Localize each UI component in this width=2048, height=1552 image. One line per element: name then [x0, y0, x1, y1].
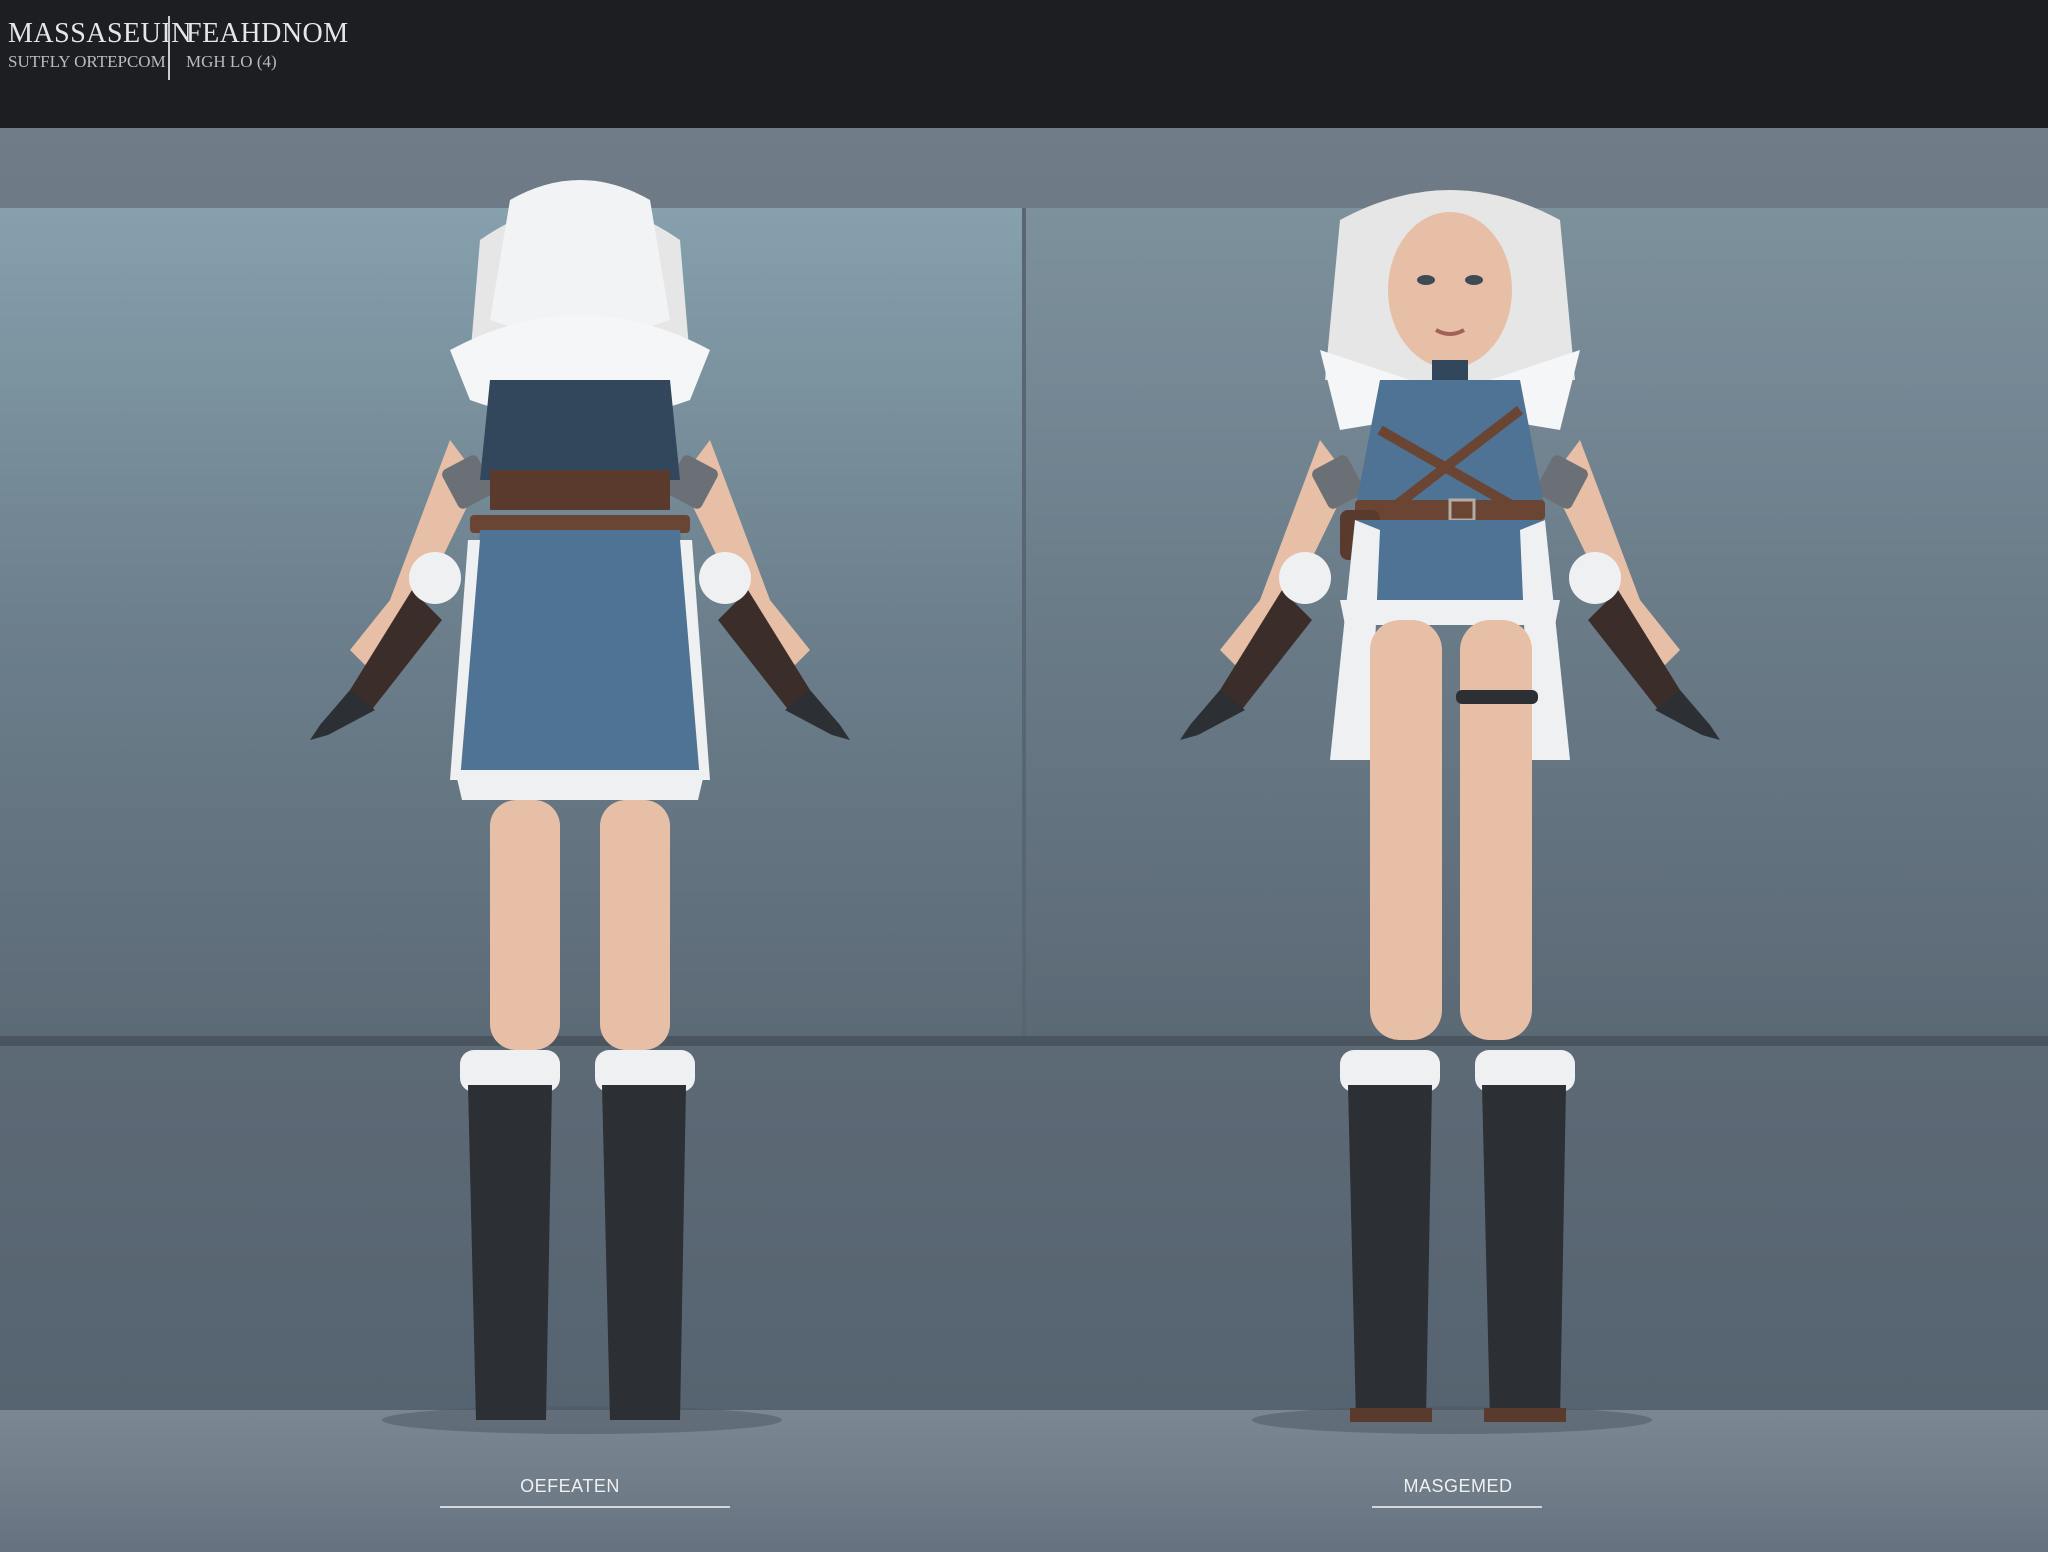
header-bar: MASSASEUIN SUTFLY ORTEPCOM FEAHDNOM MGH …: [0, 0, 2048, 128]
right-boot: [602, 1085, 686, 1420]
left-eye: [1417, 275, 1435, 285]
character-sheet: MASSASEUIN SUTFLY ORTEPCOM FEAHDNOM MGH …: [0, 0, 2048, 1552]
torso-dress: [1355, 380, 1545, 510]
torso-vest: [480, 380, 680, 480]
left-fur-cuff: [1279, 552, 1331, 604]
right-title: FEAHDNOM: [186, 18, 349, 49]
right-fur-cuff: [699, 552, 751, 604]
left-boot: [468, 1085, 552, 1420]
character-front-view: [1050, 180, 1910, 1440]
back-view-caption-underline: [440, 1506, 730, 1508]
right-fur-cuff: [1569, 552, 1621, 604]
right-boot: [1482, 1085, 1566, 1420]
thigh-strap: [1456, 690, 1538, 704]
right-boot-sole: [1484, 1408, 1566, 1422]
floor-shadow: [1252, 1406, 1652, 1434]
character-back-view: [150, 180, 1010, 1440]
right-subtitle: MGH LO (4): [186, 52, 277, 71]
waist-corset: [490, 470, 670, 510]
right-leg: [1460, 620, 1532, 1040]
skirt-fur-trim: [455, 770, 705, 800]
right-leg: [600, 800, 670, 1050]
skirt: [460, 530, 700, 790]
back-view-caption: OEFEATEN: [520, 1476, 620, 1496]
right-eye: [1465, 275, 1483, 285]
left-subtitle: SUTFLY ORTEPCOM: [8, 52, 166, 71]
floor-shadow: [382, 1406, 782, 1434]
left-fur-cuff: [409, 552, 461, 604]
front-view-caption-underline: [1372, 1506, 1542, 1508]
header-divider: [168, 16, 170, 80]
front-view-caption: MASGEMED: [1403, 1476, 1513, 1496]
panel-seam: [1022, 208, 1026, 1038]
face: [1388, 212, 1512, 368]
left-boot-sole: [1350, 1408, 1432, 1422]
left-boot: [1348, 1085, 1432, 1420]
left-title: MASSASEUIN: [8, 18, 192, 49]
left-leg: [490, 800, 560, 1050]
left-leg: [1370, 620, 1442, 1040]
